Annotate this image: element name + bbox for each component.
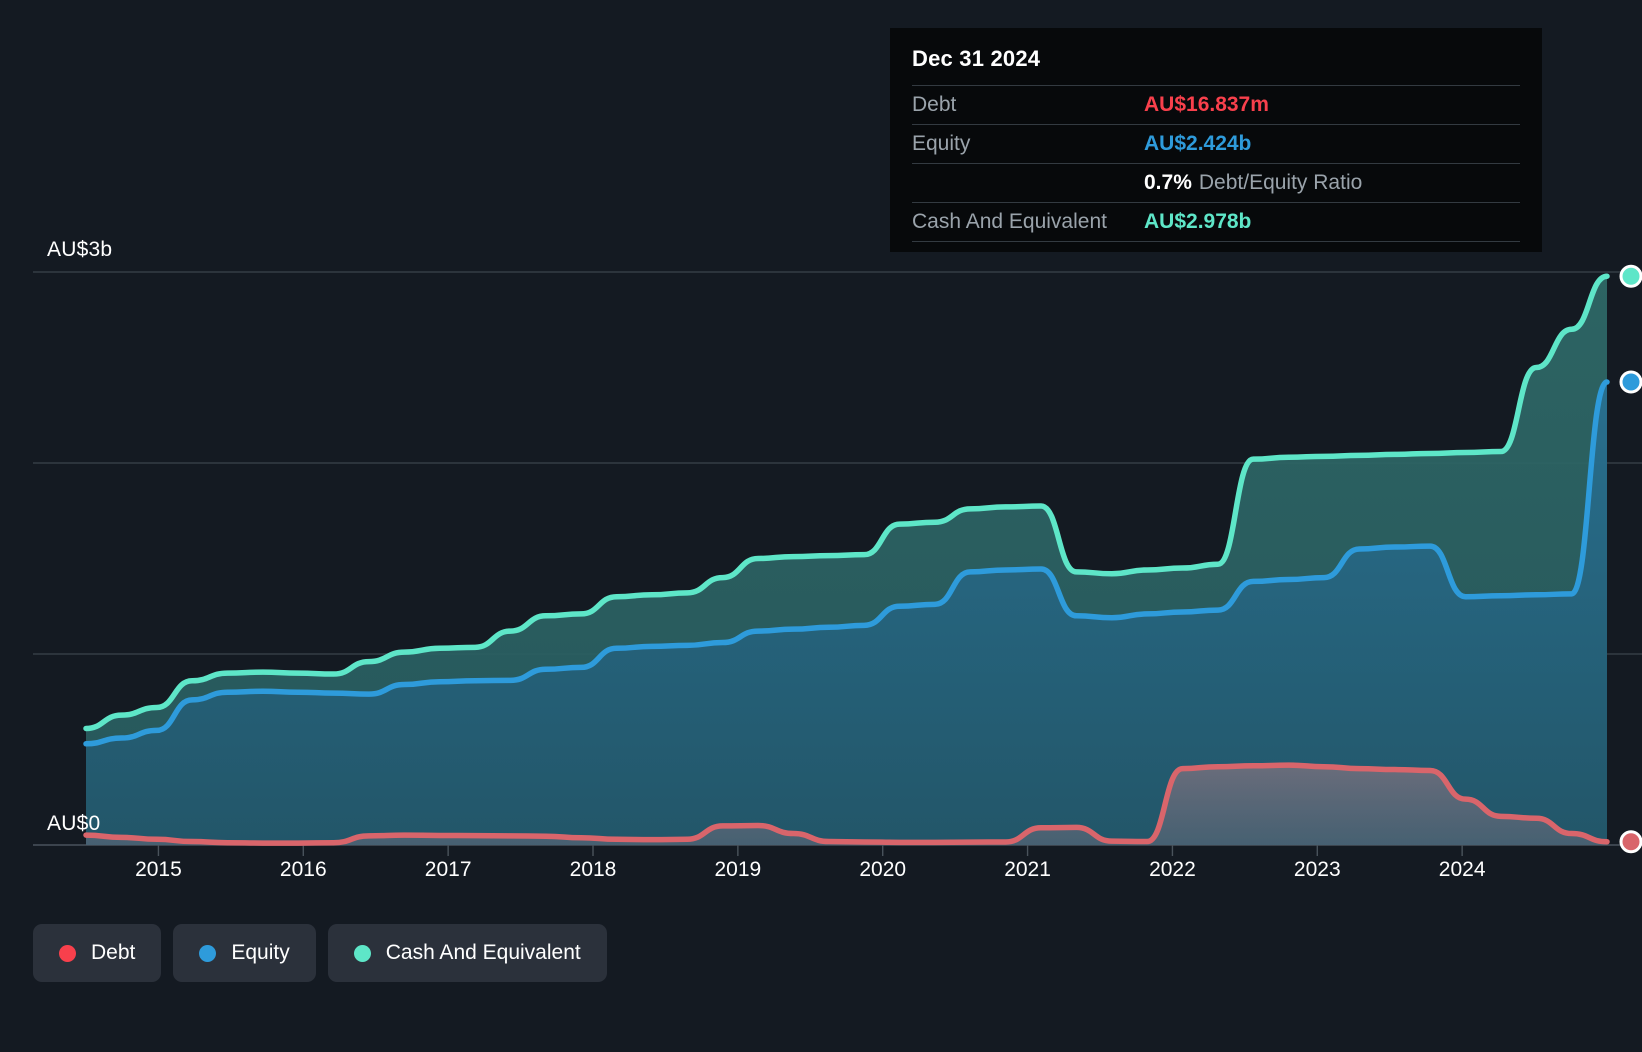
tooltip-row-ratio: 0.7% Debt/Equity Ratio xyxy=(912,163,1520,202)
x-axis-tick-2017: 2017 xyxy=(424,858,472,881)
legend-item-label: Debt xyxy=(91,941,136,964)
x-axis-tick-2024: 2024 xyxy=(1438,858,1486,881)
tooltip-label-equity: Equity xyxy=(912,132,971,155)
x-axis-tick-2019: 2019 xyxy=(714,858,762,881)
tooltip-date: Dec 31 2024 xyxy=(912,46,1041,71)
tooltip-ratio-number: 0.7% xyxy=(1144,171,1192,194)
tooltip-value-debt: AU$16.837m xyxy=(1144,93,1269,116)
x-axis-tick-2016: 2016 xyxy=(279,858,327,881)
legend-dot-icon xyxy=(199,944,217,962)
x-axis-tick-2018: 2018 xyxy=(569,858,617,881)
tooltip-value-cash: AU$2.978b xyxy=(1144,210,1252,233)
legend-item-debt[interactable]: Debt xyxy=(33,924,162,982)
x-axis-tick-2023: 2023 xyxy=(1293,858,1341,881)
chart-legend: Debt Equity Cash And Equivalent xyxy=(33,924,607,982)
legend-item-equity[interactable]: Equity xyxy=(173,924,316,982)
tooltip-row-equity: Equity AU$2.424b xyxy=(912,124,1520,163)
legend-item-label: Cash And Equivalent xyxy=(385,941,581,964)
tooltip-value-equity: AU$2.424b xyxy=(1144,132,1252,155)
legend-item-cash-and-equivalent[interactable]: Cash And Equivalent xyxy=(327,924,607,982)
legend-dot-icon xyxy=(353,944,371,962)
x-axis-tick-2022: 2022 xyxy=(1149,858,1196,881)
x-axis: 2015 2016 2017 2018 2019 2020 2021 2022 2023 2024 xyxy=(0,858,1642,898)
legend-dot-icon xyxy=(59,944,76,962)
x-tick-marks xyxy=(157,845,1463,856)
tooltip-label-cash: Cash And Equivalent xyxy=(912,210,1107,233)
tooltip-value-ratio: 0.7% Debt/Equity Ratio xyxy=(1144,171,1362,195)
x-axis-tick-2015: 2015 xyxy=(135,858,182,881)
tooltip: Dec 31 2024 Debt AU$16.837m Equity AU$2.… xyxy=(890,28,1542,252)
y-axis-label-top: AU$3b xyxy=(47,238,113,261)
x-axis-tick-2020: 2020 xyxy=(859,858,907,881)
x-axis-tick-2021: 2021 xyxy=(1004,858,1051,881)
tooltip-ratio-text: Debt/Equity Ratio xyxy=(1198,171,1363,194)
legend-item-label: Equity xyxy=(231,941,290,964)
y-axis-label-zero: AU$0 xyxy=(47,812,101,835)
financial-chart: AU$3b AU$0 2015 2016 2017 2018 2019 2020 2021 2… xyxy=(0,0,1642,1052)
endpoint-markers xyxy=(1619,264,1642,854)
tooltip-row-cash: Cash And Equivalent AU$2.978b xyxy=(912,202,1520,242)
tooltip-label-debt: Debt xyxy=(912,93,957,116)
tooltip-row-debt: Debt AU$16.837m xyxy=(912,85,1520,124)
